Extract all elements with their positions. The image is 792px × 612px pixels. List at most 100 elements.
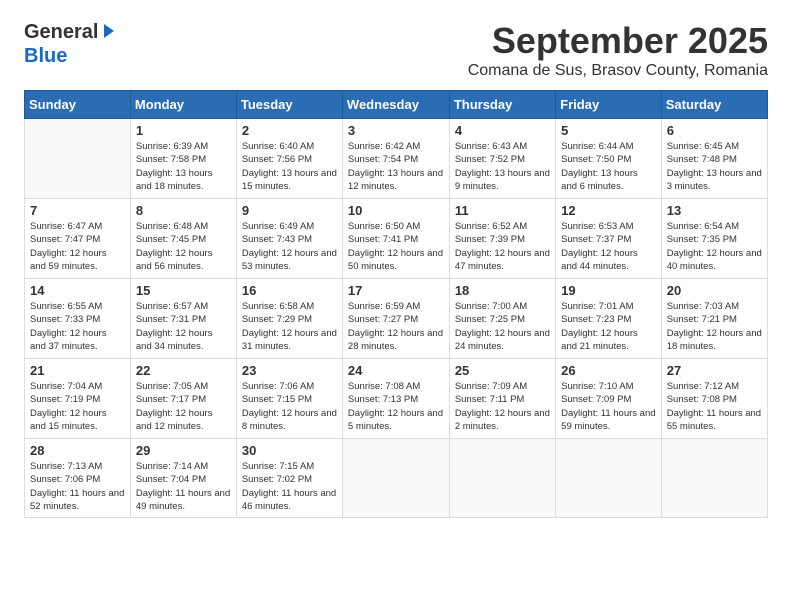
day-number: 28: [30, 443, 125, 458]
day-info: Sunrise: 7:09 AM Sunset: 7:11 PM Dayligh…: [455, 380, 550, 433]
day-number: 9: [242, 203, 337, 218]
day-info: Sunrise: 6:54 AM Sunset: 7:35 PM Dayligh…: [667, 220, 762, 273]
day-info: Sunrise: 7:06 AM Sunset: 7:15 PM Dayligh…: [242, 380, 337, 433]
day-info: Sunrise: 6:59 AM Sunset: 7:27 PM Dayligh…: [348, 300, 444, 353]
calendar-cell: 3 Sunrise: 6:42 AM Sunset: 7:54 PM Daylig…: [342, 119, 449, 199]
day-number: 15: [136, 283, 231, 298]
day-number: 16: [242, 283, 337, 298]
day-number: 3: [348, 123, 444, 138]
day-info: Sunrise: 6:49 AM Sunset: 7:43 PM Dayligh…: [242, 220, 337, 273]
day-number: 5: [561, 123, 656, 138]
day-number: 11: [455, 203, 550, 218]
calendar-header-monday: Monday: [130, 91, 236, 119]
day-info: Sunrise: 7:12 AM Sunset: 7:08 PM Dayligh…: [667, 380, 762, 433]
calendar-cell: 12Sunrise: 6:53 AM Sunset: 7:37 PM Dayli…: [556, 199, 662, 279]
calendar-cell: 18 Sunrise: 7:00 AM Sunset: 7:25 PM Dayli…: [449, 279, 555, 359]
calendar-week-row: 7Sunrise: 6:47 AM Sunset: 7:47 PM Daylig…: [25, 199, 768, 279]
calendar-cell: 2 Sunrise: 6:40 AM Sunset: 7:56 PM Daylig…: [236, 119, 342, 199]
day-number: 2: [242, 123, 337, 138]
day-info: Sunrise: 7:13 AM Sunset: 7:06 PM Dayligh…: [30, 460, 125, 513]
day-number: 6: [667, 123, 762, 138]
day-number: 24: [348, 363, 444, 378]
day-info: Sunrise: 6:44 AM Sunset: 7:50 PM Dayligh…: [561, 140, 656, 193]
day-info: Sunrise: 7:04 AM Sunset: 7:19 PM Dayligh…: [30, 380, 125, 433]
calendar-cell: 24 Sunrise: 7:08 AM Sunset: 7:13 PM Dayli…: [342, 359, 449, 439]
calendar-cell: 1Sunrise: 6:39 AM Sunset: 7:58 PM Daylig…: [130, 119, 236, 199]
calendar-cell: 15 Sunrise: 6:57 AM Sunset: 7:31 PM Dayli…: [130, 279, 236, 359]
calendar-cell: 21 Sunrise: 7:04 AM Sunset: 7:19 PM Dayli…: [25, 359, 131, 439]
calendar-cell: 7Sunrise: 6:47 AM Sunset: 7:47 PM Daylig…: [25, 199, 131, 279]
calendar-cell: 30Sunrise: 7:15 AM Sunset: 7:02 PM Dayli…: [236, 439, 342, 518]
logo-general-text: General: [24, 21, 98, 44]
day-number: 22: [136, 363, 231, 378]
calendar-cell: 13 Sunrise: 6:54 AM Sunset: 7:35 PM Dayli…: [661, 199, 767, 279]
title-section: September 2025 Comana de Sus, Brasov Cou…: [468, 20, 768, 80]
day-info: Sunrise: 6:45 AM Sunset: 7:48 PM Dayligh…: [667, 140, 762, 193]
calendar-cell: 8Sunrise: 6:48 AM Sunset: 7:45 PM Daylig…: [130, 199, 236, 279]
calendar-week-row: 1Sunrise: 6:39 AM Sunset: 7:58 PM Daylig…: [25, 119, 768, 199]
day-number: 13: [667, 203, 762, 218]
day-info: Sunrise: 7:05 AM Sunset: 7:17 PM Dayligh…: [136, 380, 231, 433]
logo-arrow-icon: [100, 22, 118, 45]
day-number: 4: [455, 123, 550, 138]
day-number: 29: [136, 443, 231, 458]
calendar-header-saturday: Saturday: [661, 91, 767, 119]
calendar-cell: 20 Sunrise: 7:03 AM Sunset: 7:21 PM Dayli…: [661, 279, 767, 359]
day-number: 26: [561, 363, 656, 378]
day-number: 21: [30, 363, 125, 378]
day-info: Sunrise: 6:42 AM Sunset: 7:54 PM Dayligh…: [348, 140, 444, 193]
calendar-header-sunday: Sunday: [25, 91, 131, 119]
calendar-cell: 10 Sunrise: 6:50 AM Sunset: 7:41 PM Dayli…: [342, 199, 449, 279]
day-number: 8: [136, 203, 231, 218]
calendar-cell: [342, 439, 449, 518]
logo: General Blue: [24, 20, 118, 68]
day-number: 30: [242, 443, 337, 458]
day-number: 20: [667, 283, 762, 298]
calendar-cell: 27 Sunrise: 7:12 AM Sunset: 7:08 PM Dayli…: [661, 359, 767, 439]
day-number: 18: [455, 283, 550, 298]
calendar-header-friday: Friday: [556, 91, 662, 119]
calendar-cell: 22 Sunrise: 7:05 AM Sunset: 7:17 PM Dayli…: [130, 359, 236, 439]
calendar-table: SundayMondayTuesdayWednesdayThursdayFrid…: [24, 90, 768, 518]
day-number: 7: [30, 203, 125, 218]
day-info: Sunrise: 6:55 AM Sunset: 7:33 PM Dayligh…: [30, 300, 125, 353]
day-info: Sunrise: 7:08 AM Sunset: 7:13 PM Dayligh…: [348, 380, 444, 433]
day-number: 17: [348, 283, 444, 298]
calendar-cell: 25 Sunrise: 7:09 AM Sunset: 7:11 PM Dayli…: [449, 359, 555, 439]
day-info: Sunrise: 6:40 AM Sunset: 7:56 PM Dayligh…: [242, 140, 337, 193]
day-number: 25: [455, 363, 550, 378]
calendar-cell: 9 Sunrise: 6:49 AM Sunset: 7:43 PM Daylig…: [236, 199, 342, 279]
calendar-week-row: 14 Sunrise: 6:55 AM Sunset: 7:33 PM Dayli…: [25, 279, 768, 359]
calendar-cell: 17 Sunrise: 6:59 AM Sunset: 7:27 PM Dayli…: [342, 279, 449, 359]
day-number: 1: [136, 123, 231, 138]
day-number: 27: [667, 363, 762, 378]
day-number: 10: [348, 203, 444, 218]
day-number: 14: [30, 283, 125, 298]
calendar-cell: [556, 439, 662, 518]
day-info: Sunrise: 7:14 AM Sunset: 7:04 PM Dayligh…: [136, 460, 231, 513]
calendar-cell: [661, 439, 767, 518]
calendar-cell: 16 Sunrise: 6:58 AM Sunset: 7:29 PM Dayli…: [236, 279, 342, 359]
day-number: 23: [242, 363, 337, 378]
day-info: Sunrise: 6:50 AM Sunset: 7:41 PM Dayligh…: [348, 220, 444, 273]
calendar-header-wednesday: Wednesday: [342, 91, 449, 119]
calendar-header-row: SundayMondayTuesdayWednesdayThursdayFrid…: [25, 91, 768, 119]
calendar-cell: 4 Sunrise: 6:43 AM Sunset: 7:52 PM Daylig…: [449, 119, 555, 199]
calendar-cell: 29 Sunrise: 7:14 AM Sunset: 7:04 PM Dayli…: [130, 439, 236, 518]
page-header: General Blue September 2025 Comana de Su…: [24, 20, 768, 80]
calendar-week-row: 28 Sunrise: 7:13 AM Sunset: 7:06 PM Dayli…: [25, 439, 768, 518]
day-info: Sunrise: 7:03 AM Sunset: 7:21 PM Dayligh…: [667, 300, 762, 353]
calendar-cell: [25, 119, 131, 199]
day-info: Sunrise: 7:10 AM Sunset: 7:09 PM Dayligh…: [561, 380, 656, 433]
calendar-cell: 26 Sunrise: 7:10 AM Sunset: 7:09 PM Dayli…: [556, 359, 662, 439]
day-info: Sunrise: 7:00 AM Sunset: 7:25 PM Dayligh…: [455, 300, 550, 353]
calendar-cell: 11Sunrise: 6:52 AM Sunset: 7:39 PM Dayli…: [449, 199, 555, 279]
day-info: Sunrise: 6:53 AM Sunset: 7:37 PM Dayligh…: [561, 220, 656, 273]
calendar-cell: 5 Sunrise: 6:44 AM Sunset: 7:50 PM Daylig…: [556, 119, 662, 199]
calendar-header-tuesday: Tuesday: [236, 91, 342, 119]
day-info: Sunrise: 6:58 AM Sunset: 7:29 PM Dayligh…: [242, 300, 337, 353]
calendar-cell: 19Sunrise: 7:01 AM Sunset: 7:23 PM Dayli…: [556, 279, 662, 359]
month-title: September 2025: [468, 20, 768, 62]
day-info: Sunrise: 6:43 AM Sunset: 7:52 PM Dayligh…: [455, 140, 550, 193]
day-info: Sunrise: 6:57 AM Sunset: 7:31 PM Dayligh…: [136, 300, 231, 353]
